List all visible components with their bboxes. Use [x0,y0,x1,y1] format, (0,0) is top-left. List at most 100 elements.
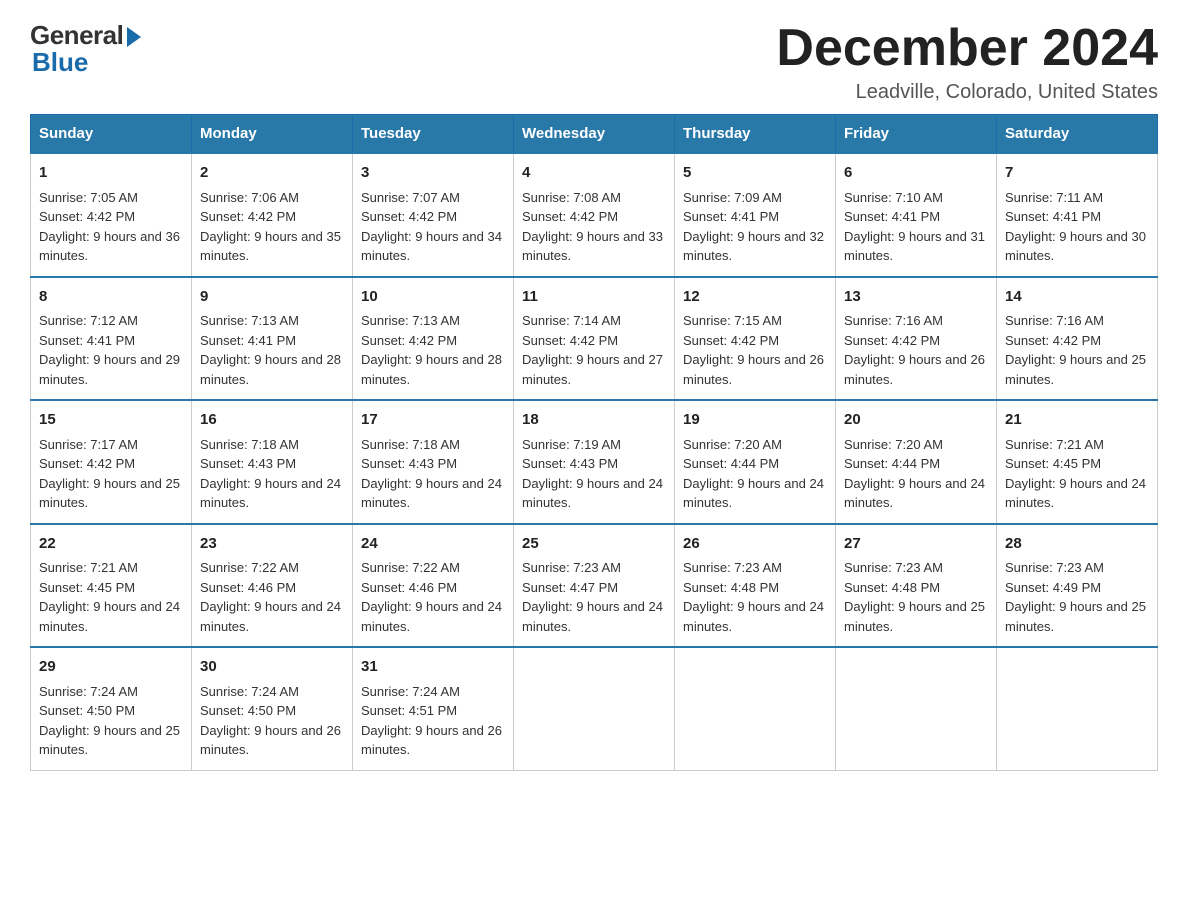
calendar-cell: 8 Sunrise: 7:12 AMSunset: 4:41 PMDaylight… [31,277,192,401]
month-year-title: December 2024 [776,20,1158,77]
calendar-cell: 18Sunrise: 7:19 AMSunset: 4:43 PMDayligh… [514,400,675,524]
calendar-cell: 19 Sunrise: 7:20 AMSunset: 4:44 PMDayligh… [675,400,836,524]
day-number: 18 [522,409,666,432]
column-header-sunday: Sunday [31,115,192,154]
day-info: Sunrise: 7:16 AMSunset: 4:42 PMDaylight:… [1005,313,1146,387]
day-number: 20 [844,409,988,432]
calendar-cell: 22 Sunrise: 7:21 AMSunset: 4:45 PMDayligh… [31,524,192,648]
day-info: Sunrise: 7:22 AMSunset: 4:46 PMDaylight:… [361,560,502,634]
calendar-cell: 15 Sunrise: 7:17 AMSunset: 4:42 PMDayligh… [31,400,192,524]
calendar-cell: 10 Sunrise: 7:13 AMSunset: 4:42 PMDayligh… [353,277,514,401]
day-number: 1 [39,162,183,185]
title-block: December 2024 Leadville, Colorado, Unite… [776,20,1158,104]
day-number: 9 [200,286,344,309]
day-info: Sunrise: 7:24 AMSunset: 4:50 PMDaylight:… [200,684,341,758]
day-number: 10 [361,286,505,309]
day-info: Sunrise: 7:10 AMSunset: 4:41 PMDaylight:… [844,190,985,264]
day-number: 15 [39,409,183,432]
day-info: Sunrise: 7:18 AMSunset: 4:43 PMDaylight:… [200,437,341,511]
column-header-friday: Friday [836,115,997,154]
day-info: Sunrise: 7:13 AMSunset: 4:42 PMDaylight:… [361,313,502,387]
day-number: 19 [683,409,827,432]
calendar-cell: 4Sunrise: 7:08 AMSunset: 4:42 PMDaylight… [514,153,675,277]
day-info: Sunrise: 7:14 AMSunset: 4:42 PMDaylight:… [522,313,663,387]
calendar-cell [675,647,836,770]
calendar-cell: 27 Sunrise: 7:23 AMSunset: 4:48 PMDayligh… [836,524,997,648]
column-header-tuesday: Tuesday [353,115,514,154]
day-number: 17 [361,409,505,432]
day-number: 12 [683,286,827,309]
day-info: Sunrise: 7:23 AMSunset: 4:48 PMDaylight:… [683,560,824,634]
day-info: Sunrise: 7:18 AMSunset: 4:43 PMDaylight:… [361,437,502,511]
calendar-cell: 13Sunrise: 7:16 AMSunset: 4:42 PMDayligh… [836,277,997,401]
day-number: 22 [39,533,183,556]
day-number: 28 [1005,533,1149,556]
calendar-cell: 26 Sunrise: 7:23 AMSunset: 4:48 PMDayligh… [675,524,836,648]
column-header-wednesday: Wednesday [514,115,675,154]
day-info: Sunrise: 7:22 AMSunset: 4:46 PMDaylight:… [200,560,341,634]
calendar-cell [997,647,1158,770]
day-info: Sunrise: 7:05 AMSunset: 4:42 PMDaylight:… [39,190,180,264]
calendar-cell: 3Sunrise: 7:07 AMSunset: 4:42 PMDaylight… [353,153,514,277]
column-header-monday: Monday [192,115,353,154]
calendar-cell: 1 Sunrise: 7:05 AMSunset: 4:42 PMDaylight… [31,153,192,277]
column-header-thursday: Thursday [675,115,836,154]
calendar-cell: 7Sunrise: 7:11 AMSunset: 4:41 PMDaylight… [997,153,1158,277]
calendar-cell: 31 Sunrise: 7:24 AMSunset: 4:51 PMDayligh… [353,647,514,770]
calendar-week-1: 1 Sunrise: 7:05 AMSunset: 4:42 PMDaylight… [31,153,1158,277]
day-info: Sunrise: 7:08 AMSunset: 4:42 PMDaylight:… [522,190,663,264]
day-info: Sunrise: 7:20 AMSunset: 4:44 PMDaylight:… [683,437,824,511]
calendar-cell [514,647,675,770]
day-number: 16 [200,409,344,432]
day-number: 25 [522,533,666,556]
calendar-cell: 30Sunrise: 7:24 AMSunset: 4:50 PMDayligh… [192,647,353,770]
calendar-cell: 25 Sunrise: 7:23 AMSunset: 4:47 PMDayligh… [514,524,675,648]
calendar-cell: 16 Sunrise: 7:18 AMSunset: 4:43 PMDayligh… [192,400,353,524]
day-info: Sunrise: 7:23 AMSunset: 4:47 PMDaylight:… [522,560,663,634]
calendar-cell: 20 Sunrise: 7:20 AMSunset: 4:44 PMDayligh… [836,400,997,524]
logo-arrow-icon [127,27,141,47]
calendar-week-5: 29Sunrise: 7:24 AMSunset: 4:50 PMDayligh… [31,647,1158,770]
day-number: 6 [844,162,988,185]
day-number: 27 [844,533,988,556]
day-number: 26 [683,533,827,556]
calendar-cell: 23 Sunrise: 7:22 AMSunset: 4:46 PMDayligh… [192,524,353,648]
calendar-cell: 29Sunrise: 7:24 AMSunset: 4:50 PMDayligh… [31,647,192,770]
day-info: Sunrise: 7:21 AMSunset: 4:45 PMDaylight:… [39,560,180,634]
day-number: 8 [39,286,183,309]
calendar-cell: 9 Sunrise: 7:13 AMSunset: 4:41 PMDaylight… [192,277,353,401]
day-number: 2 [200,162,344,185]
day-info: Sunrise: 7:12 AMSunset: 4:41 PMDaylight:… [39,313,180,387]
calendar-cell: 6 Sunrise: 7:10 AMSunset: 4:41 PMDaylight… [836,153,997,277]
day-info: Sunrise: 7:06 AMSunset: 4:42 PMDaylight:… [200,190,341,264]
calendar-table: SundayMondayTuesdayWednesdayThursdayFrid… [30,114,1158,771]
calendar-week-4: 22 Sunrise: 7:21 AMSunset: 4:45 PMDayligh… [31,524,1158,648]
calendar-cell: 21 Sunrise: 7:21 AMSunset: 4:45 PMDayligh… [997,400,1158,524]
day-number: 21 [1005,409,1149,432]
day-info: Sunrise: 7:13 AMSunset: 4:41 PMDaylight:… [200,313,341,387]
calendar-cell: 24 Sunrise: 7:22 AMSunset: 4:46 PMDayligh… [353,524,514,648]
day-info: Sunrise: 7:17 AMSunset: 4:42 PMDaylight:… [39,437,180,511]
day-info: Sunrise: 7:21 AMSunset: 4:45 PMDaylight:… [1005,437,1146,511]
day-info: Sunrise: 7:07 AMSunset: 4:42 PMDaylight:… [361,190,502,264]
day-info: Sunrise: 7:11 AMSunset: 4:41 PMDaylight:… [1005,190,1146,264]
calendar-cell: 28 Sunrise: 7:23 AMSunset: 4:49 PMDayligh… [997,524,1158,648]
day-info: Sunrise: 7:20 AMSunset: 4:44 PMDaylight:… [844,437,985,511]
calendar-cell: 11 Sunrise: 7:14 AMSunset: 4:42 PMDayligh… [514,277,675,401]
calendar-cell: 17 Sunrise: 7:18 AMSunset: 4:43 PMDayligh… [353,400,514,524]
day-info: Sunrise: 7:24 AMSunset: 4:51 PMDaylight:… [361,684,502,758]
day-info: Sunrise: 7:24 AMSunset: 4:50 PMDaylight:… [39,684,180,758]
location-subtitle: Leadville, Colorado, United States [776,81,1158,104]
day-number: 11 [522,286,666,309]
day-number: 31 [361,656,505,679]
day-info: Sunrise: 7:15 AMSunset: 4:42 PMDaylight:… [683,313,824,387]
day-number: 24 [361,533,505,556]
day-info: Sunrise: 7:09 AMSunset: 4:41 PMDaylight:… [683,190,824,264]
logo-blue-text: Blue [32,47,88,78]
day-number: 5 [683,162,827,185]
day-number: 23 [200,533,344,556]
page-header: General Blue December 2024 Leadville, Co… [30,20,1158,104]
calendar-cell: 2 Sunrise: 7:06 AMSunset: 4:42 PMDaylight… [192,153,353,277]
day-info: Sunrise: 7:23 AMSunset: 4:48 PMDaylight:… [844,560,985,634]
day-info: Sunrise: 7:23 AMSunset: 4:49 PMDaylight:… [1005,560,1146,634]
